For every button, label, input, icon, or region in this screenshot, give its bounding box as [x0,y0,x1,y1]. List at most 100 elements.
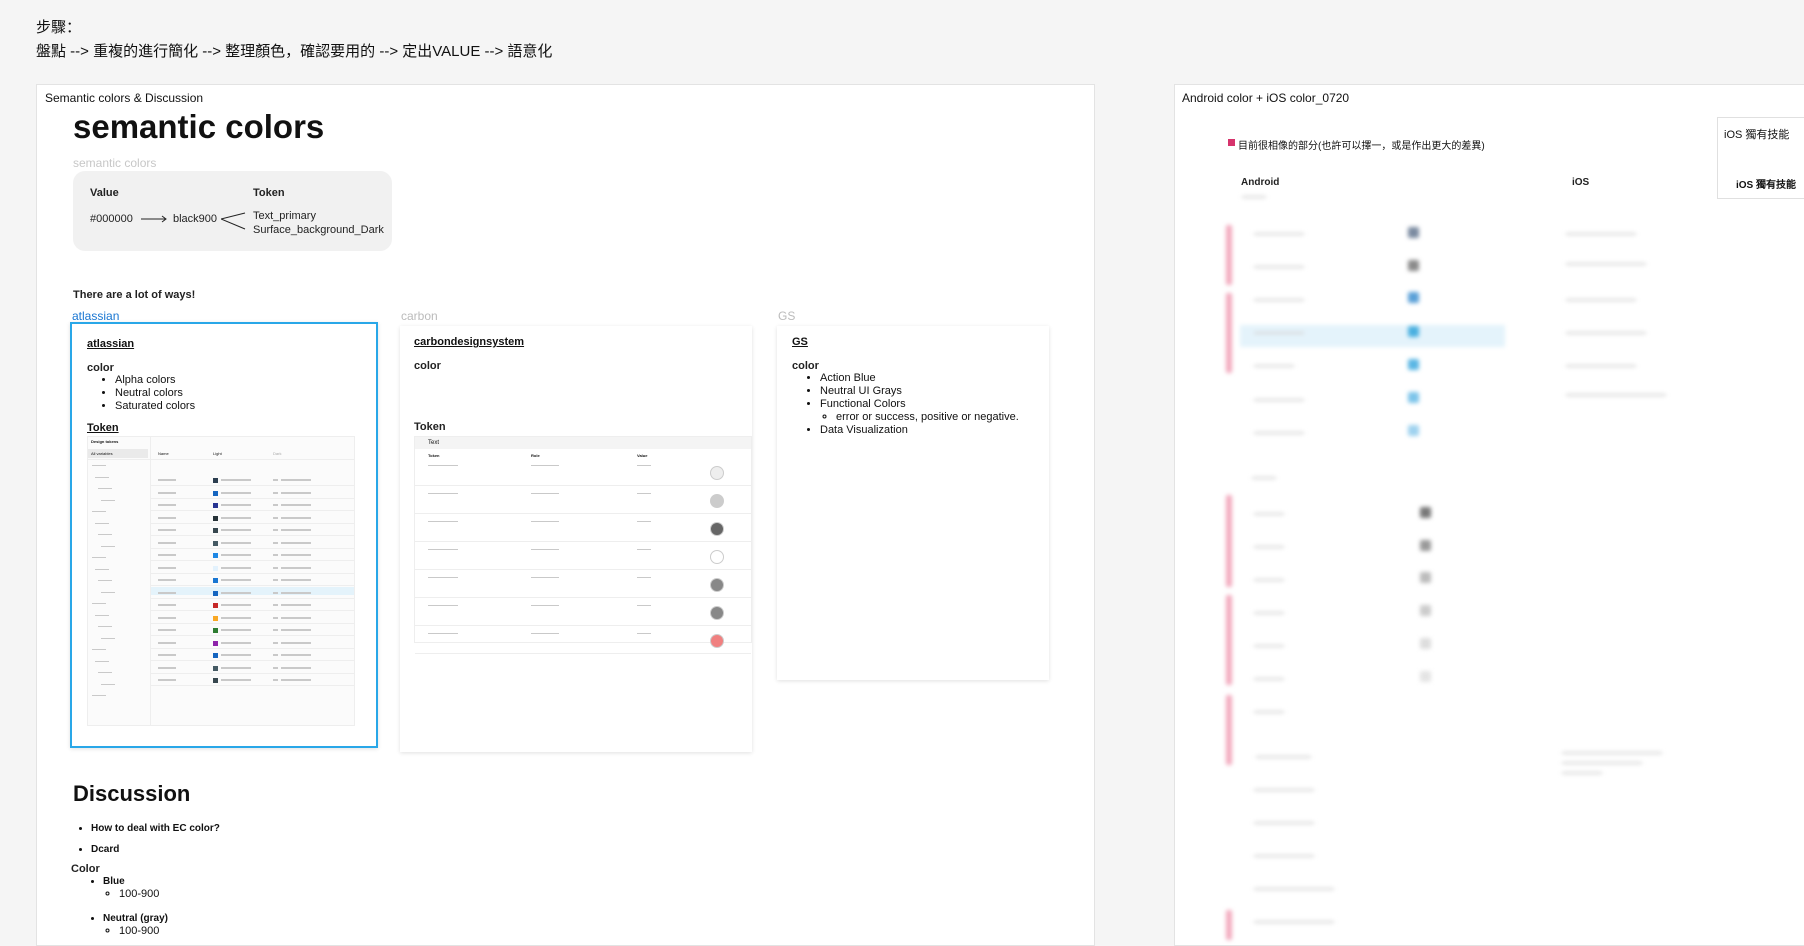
frame-label-semantic[interactable]: Semantic colors & Discussion [45,91,203,105]
list-item: Functional Colors error or success, posi… [820,398,1019,424]
tab-gs[interactable]: GS [778,309,795,323]
list-subitem: error or success, positive or negative. [836,411,1019,424]
mini-text [273,529,278,531]
mini-text [158,641,176,644]
atlassian-token-title: Token [87,422,119,434]
carbon-token-title: Token [414,421,446,433]
mini-swatch [213,653,218,658]
carbon-text [637,633,651,634]
gs-card[interactable]: GS color Action Blue Neutral UI Grays Fu… [777,326,1049,680]
mini-row [151,510,354,511]
value-hex: #000000 [90,213,133,225]
carbon-color-dot [710,494,724,508]
ios-only-tab[interactable]: iOS 獨有技能 [1724,126,1789,142]
tab-atlassian[interactable]: atlassian [72,309,119,323]
carbon-row [415,625,751,626]
mini-text [281,504,311,506]
mini-row [151,647,354,649]
list-item: Saturated colors [115,400,195,413]
ios-only-panel[interactable]: iOS 獨有技能 iOS 獨有技能 [1717,117,1804,199]
page-subtitle: semantic colors [73,156,157,170]
mini-tree-item [101,683,115,685]
android-ios-color-table [1226,195,1706,940]
mini-row [151,685,354,686]
mini-text [221,604,251,606]
value-header: Value [90,187,119,199]
mini-swatch [213,528,218,533]
mini-swatch [213,678,218,683]
mini-text [221,616,251,619]
carbon-text [637,605,651,606]
mini-text [158,479,176,481]
carbon-text [531,605,559,606]
mini-row [151,485,354,486]
mini-text [273,479,278,481]
discussion-color-groups: Blue 100-900 Neutral (gray) 100-900 [87,876,168,938]
discussion-color-title: Color [71,863,100,875]
value-token-card: Value Token #000000 black900 Text_primar… [73,171,392,251]
mini-row [151,672,354,674]
gs-color-list: Action Blue Neutral UI Grays Functional … [804,372,1019,437]
mini-text [158,654,176,656]
mini-text [221,504,251,506]
mini-text [221,629,251,631]
steps-note: 步驟： 盤點 --> 重複的進行簡化 --> 整理顏色，確認要用的 --> 定出… [36,16,552,64]
mini-swatch [213,503,218,508]
atlassian-link[interactable]: atlassian [87,338,134,350]
legend-square [1228,139,1235,146]
mini-tree-item [92,695,106,696]
mini-text [273,641,278,644]
carbon-color-title: color [414,360,441,372]
frame-label-android-ios[interactable]: Android color + iOS color_0720 [1182,91,1349,105]
mini-text [281,629,311,631]
carbon-color-dot [710,606,724,620]
list-item: Dcard [91,839,220,860]
mini-text [158,679,176,681]
carbon-row [415,513,751,514]
mini-text [221,541,251,544]
mini-text [281,541,311,544]
mini-tree-item [92,649,106,650]
mini-row [151,622,354,624]
mini-text [273,491,278,494]
mini-row [151,585,354,586]
mini-swatch [213,540,218,546]
gs-link[interactable]: GS [792,336,808,348]
mini-text [158,529,176,531]
carbon-table-title: Text [428,440,440,446]
carbon-link[interactable]: carbondesignsystem [414,336,524,348]
mini-swatch [213,603,218,608]
mini-row [151,547,354,549]
carbon-text [637,521,651,522]
mini-tree-item [92,465,106,466]
carbon-card[interactable]: carbondesignsystem color Token Text Toke… [400,326,752,752]
mini-swatch [213,640,218,646]
list-subitem: 100-900 [119,925,168,938]
mini-col-name: Name [158,451,169,456]
mini-text [281,654,311,656]
mini-tree-item [98,534,112,535]
carbon-text [637,549,651,550]
mini-text [221,679,251,681]
list-item: Neutral (gray) 100-900 [103,913,168,938]
legend-text: 目前很相像的部分(也許可以擇一，或是作出更大的差異) [1238,141,1485,152]
ways-title: There are a lot of ways! [73,289,196,301]
mini-tree-item [101,591,115,593]
mini-row [151,610,354,611]
mini-text [221,479,251,481]
list-item: Alpha colors [115,374,195,387]
atlassian-card[interactable]: atlassian color Alpha colors Neutral col… [70,322,378,748]
mini-text [158,504,176,506]
mini-text [281,479,311,481]
mini-tree-item [101,545,115,547]
mini-col-light: Light [213,451,222,456]
carbon-col-token: Token [428,453,440,458]
mini-text [221,554,251,556]
mini-row [151,522,354,524]
carbon-color-dot [710,466,724,480]
mini-row [151,635,354,636]
mini-tree-item [101,637,115,639]
carbon-text [428,605,458,606]
tab-carbon[interactable]: carbon [401,309,438,323]
atlassian-token-screenshot: Design tokens All variables Name Light D… [87,436,355,726]
